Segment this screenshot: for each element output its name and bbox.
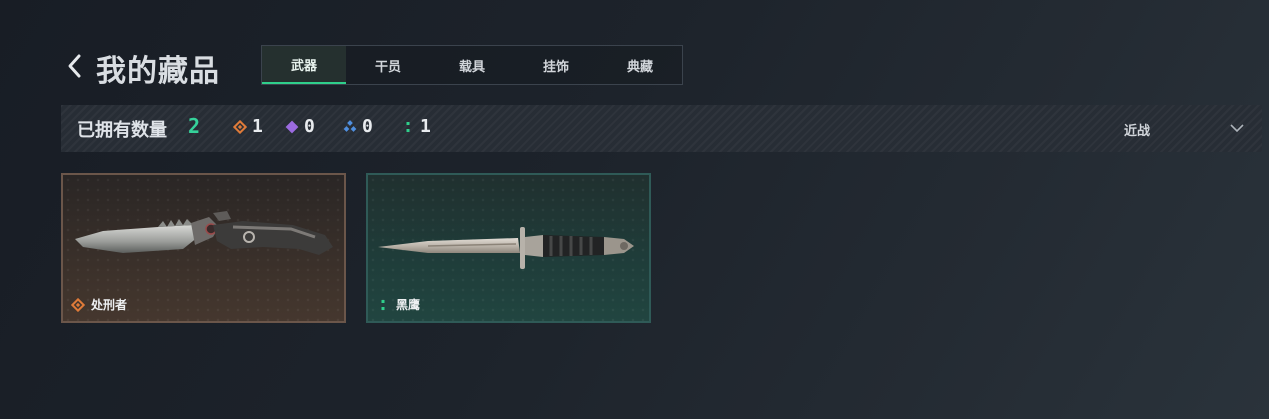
orange-diamond-icon	[233, 119, 247, 134]
rarity-orange-count: 1	[233, 116, 263, 137]
rarity-blue-count: 0	[343, 116, 373, 137]
green-dots-icon	[381, 299, 385, 310]
tab-collection[interactable]: 典藏	[598, 46, 682, 84]
item-name: 黑鹰	[376, 296, 420, 313]
item-name: 处刑者	[71, 296, 127, 313]
tab-vehicles[interactable]: 载具	[430, 46, 514, 84]
item-card-black-hawk[interactable]: 黑鹰	[366, 173, 651, 323]
chevron-down-icon[interactable]	[1229, 122, 1245, 134]
rarity-green-count: 1	[401, 116, 431, 137]
owned-count-label: 已拥有数量	[77, 120, 167, 141]
filter-select-label[interactable]: 近战	[1124, 120, 1150, 139]
purple-diamond-icon	[285, 120, 299, 133]
green-dots-icon	[406, 121, 410, 132]
rarity-purple-count: 0	[285, 116, 315, 137]
owned-total-count: 2	[188, 114, 201, 138]
category-tabs: 武器 干员 载具 挂饰 典藏	[261, 45, 683, 85]
blue-diamond-icon	[343, 119, 357, 132]
page-title: 我的藏品	[96, 54, 220, 89]
tab-charms[interactable]: 挂饰	[514, 46, 598, 84]
item-card-executioner[interactable]: 处刑者	[61, 173, 346, 323]
tab-operators[interactable]: 干员	[346, 46, 430, 84]
back-arrow-icon[interactable]	[64, 53, 86, 79]
orange-diamond-icon	[71, 297, 85, 312]
owned-summary-bar: 已拥有数量 2 1 0 0 1 近战	[61, 105, 1262, 152]
tab-weapons[interactable]: 武器	[262, 46, 346, 84]
